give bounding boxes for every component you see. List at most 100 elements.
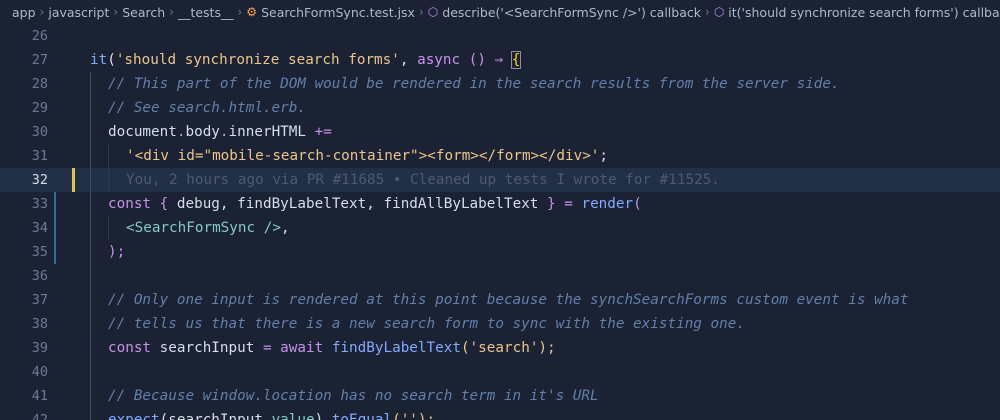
breadcrumb-item-javascript[interactable]: javascript	[48, 5, 109, 20]
token-body: body	[185, 124, 220, 140]
token-string: 'should synchronize search forms'	[115, 52, 400, 68]
line-number: 41	[31, 388, 48, 404]
code-text: const { debug, findByLabelText, findAllB…	[108, 192, 642, 216]
token-dot: .	[219, 124, 229, 140]
git-modified-marker	[54, 216, 56, 240]
line-number: 27	[31, 52, 48, 68]
code-line[interactable]: 26	[0, 24, 1000, 48]
code-text: it('should synchronize search forms', as…	[90, 48, 522, 72]
token-toequal: toEqual	[331, 412, 393, 420]
code-editor[interactable]: 26 27 it('should synchronize search form…	[0, 24, 1000, 420]
token-document: document	[108, 124, 177, 140]
line-number: 39	[31, 340, 48, 356]
token-comma: ,	[219, 196, 238, 212]
line-number: 35	[31, 244, 48, 260]
token-dot: .	[323, 412, 332, 420]
line-number: 29	[31, 100, 48, 116]
breadcrumb-item-file[interactable]: SearchFormSync.test.jsx	[261, 5, 415, 20]
code-text: You, 2 hours ago via PR #11685 • Cleaned…	[126, 168, 720, 192]
git-modified-marker	[54, 192, 56, 216]
code-line[interactable]: 40	[0, 360, 1000, 384]
code-line[interactable]: 36	[0, 264, 1000, 288]
breadcrumb-item-tests[interactable]: __tests__	[178, 5, 234, 20]
line-number: 33	[31, 196, 48, 212]
token-const: const	[108, 340, 152, 356]
token-comment: // Only one input is rendered at this po…	[108, 292, 909, 308]
chevron-right-icon: ›	[39, 5, 45, 19]
token-paren: (	[159, 412, 169, 420]
code-line[interactable]: 41 // Because window.location has no sea…	[0, 384, 1000, 408]
code-line[interactable]: 30 document.body.innerHTML +=	[0, 120, 1000, 144]
code-line[interactable]: 34 <SearchFormSync />,	[0, 216, 1000, 240]
code-line[interactable]: 42 expect(searchInput.value).toEqual('')…	[0, 408, 1000, 420]
indent-guide	[90, 72, 91, 96]
line-number: 40	[31, 364, 48, 380]
token-async: async	[417, 52, 461, 68]
code-line[interactable]: 39 const searchInput = await findByLabel…	[0, 336, 1000, 360]
breadcrumb-item-search[interactable]: Search	[122, 5, 165, 20]
breadcrumb: app › javascript › Search › __tests__ › …	[0, 0, 1000, 24]
token-args: ('search');	[460, 340, 556, 356]
code-text: // This part of the DOM would be rendere…	[108, 72, 840, 96]
code-line-active[interactable]: 32 You, 2 hours ago via PR #11685 • Clea…	[0, 168, 1000, 192]
line-number: 28	[31, 76, 48, 92]
code-line[interactable]: 38 // tells us that there is a new searc…	[0, 312, 1000, 336]
indent-guide	[90, 216, 91, 240]
token-equals: =	[564, 196, 573, 212]
token-innerhtml: innerHTML	[228, 124, 306, 140]
token-brace: {	[510, 51, 522, 69]
indent-guide	[90, 144, 91, 168]
token-searchinput: searchInput	[168, 412, 263, 420]
code-text: <SearchFormSync />,	[126, 216, 290, 240]
token-findbylabeltext: findByLabelText	[331, 340, 461, 356]
code-line[interactable]: 27 it('should synchronize search forms',…	[0, 48, 1000, 72]
token-paren: (	[107, 52, 116, 68]
code-line[interactable]: 28 // This part of the DOM would be rend…	[0, 72, 1000, 96]
code-text: const searchInput = await findByLabelTex…	[108, 336, 556, 360]
indent-guide	[90, 360, 91, 384]
gear-icon: ⚙	[246, 5, 258, 19]
line-number: 34	[31, 220, 48, 236]
token-it: it	[90, 52, 108, 68]
indent-guide	[90, 384, 91, 408]
token-searchinput: searchInput	[151, 340, 263, 356]
token-comment: // This part of the DOM would be rendere…	[108, 76, 840, 92]
chevron-right-icon: ›	[113, 5, 119, 19]
code-text: // tells us that there is a new search f…	[108, 312, 745, 336]
indent-guide	[90, 264, 91, 288]
code-line[interactable]: 35 );	[0, 240, 1000, 264]
breadcrumb-item-it[interactable]: it('should synchronize search forms') ca…	[728, 5, 1000, 20]
token-paren: (	[633, 196, 642, 212]
indent-guide	[90, 192, 91, 216]
token-close: );	[108, 244, 126, 260]
code-line[interactable]: 29 // See search.html.erb.	[0, 96, 1000, 120]
git-change-marker	[72, 168, 75, 192]
code-text: );	[108, 240, 125, 264]
line-number: 42	[31, 412, 48, 420]
indent-guide	[90, 120, 91, 144]
code-text: expect(searchInput.value).toEqual('');	[108, 408, 435, 420]
code-line[interactable]: 37 // Only one input is rendered at this…	[0, 288, 1000, 312]
breadcrumb-item-app[interactable]: app	[12, 5, 36, 20]
indent-guide	[108, 168, 109, 192]
line-number: 36	[31, 268, 48, 284]
chevron-right-icon: ›	[418, 5, 424, 19]
line-number: 32	[31, 172, 48, 188]
git-blame-annotation[interactable]: You, 2 hours ago via PR #11685 • Cleaned…	[126, 172, 720, 188]
code-line[interactable]: 33 const { debug, findByLabelText, findA…	[0, 192, 1000, 216]
token-dot: .	[262, 412, 272, 420]
line-number: 26	[31, 28, 48, 44]
chevron-right-icon: ›	[169, 5, 174, 19]
token-comment: // Because window.location has no search…	[108, 388, 599, 404]
token-args: ('');	[392, 412, 436, 420]
indent-guide	[90, 240, 91, 264]
chevron-right-icon: ›	[237, 5, 243, 19]
token-findallbylabeltext: findAllByLabelText	[383, 196, 539, 212]
code-text: // See search.html.erb.	[108, 96, 306, 120]
code-line[interactable]: 31 '<div id="mobile-search-container"><f…	[0, 144, 1000, 168]
token-debug: debug	[176, 196, 220, 212]
token-comment: // See search.html.erb.	[108, 100, 306, 116]
indent-guide	[90, 288, 91, 312]
breadcrumb-item-describe[interactable]: describe('<SearchFormSync />') callback	[442, 5, 701, 20]
token-brace: }	[538, 196, 565, 212]
